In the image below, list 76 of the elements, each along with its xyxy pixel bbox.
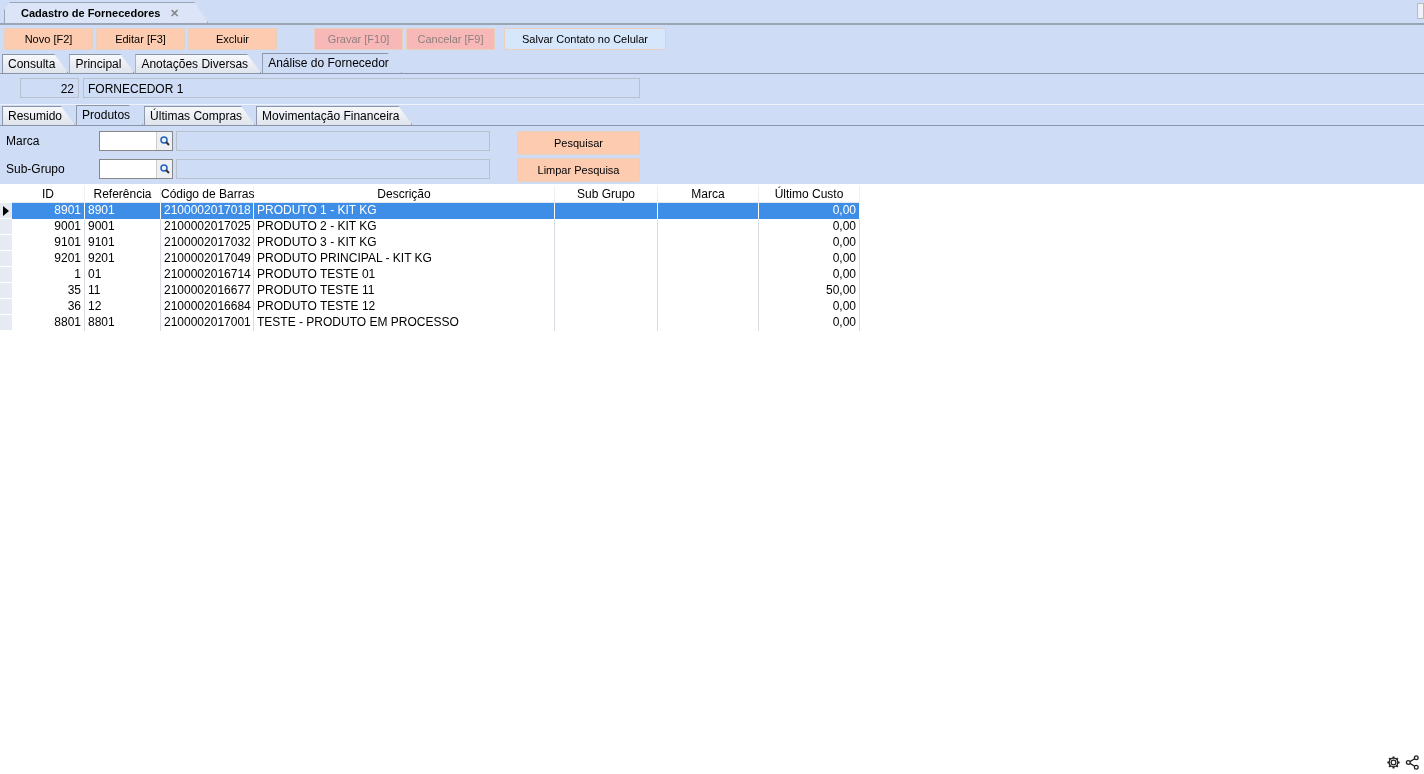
column-header[interactable]: Sub Grupo [555,186,658,203]
table-cell: PRODUTO 2 - KIT KG [254,219,555,235]
toolbar-button[interactable]: Excluir [188,28,277,50]
tab[interactable]: Análise do Fornecedor [262,53,402,73]
table-cell: 12 [85,299,161,315]
table-cell: 0,00 [759,299,860,315]
table-cell: 9201 [12,251,85,267]
document-tab[interactable]: Cadastro de Fornecedores ✕ [4,2,209,23]
supplier-code-field: 22 [20,78,79,98]
table-cell: 2100002017032 [161,235,254,251]
table-cell: PRODUTO TESTE 01 [254,267,555,283]
table-cell: 9001 [85,219,161,235]
settings-icon[interactable] [1386,755,1401,770]
table-cell: 2100002017025 [161,219,254,235]
search-button[interactable]: Pesquisar [517,131,640,155]
table-cell: PRODUTO TESTE 12 [254,299,555,315]
table-cell: 1 [12,267,85,283]
tab[interactable]: Últimas Compras [144,106,256,125]
column-header[interactable]: Descrição [254,186,555,203]
table-cell: 0,00 [759,267,860,283]
table-cell: 01 [85,267,161,283]
table-cell: 8901 [12,203,85,219]
table-cell: 0,00 [759,251,860,267]
table-cell: 0,00 [759,235,860,251]
column-header[interactable]: Referência [85,186,161,203]
column-header[interactable]: Marca [658,186,759,203]
field-label: Marca [5,134,41,148]
table-cell: 2100002016714 [161,267,254,283]
table-cell: PRODUTO PRINCIPAL - KIT KG [254,251,555,267]
table-cell: 2100002017001 [161,315,254,331]
table-cell: 50,00 [759,283,860,299]
table-cell: PRODUTO 3 - KIT KG [254,235,555,251]
search-icon[interactable] [156,160,172,178]
table-cell: 0,00 [759,219,860,235]
table-cell: 8801 [85,315,161,331]
search-button[interactable]: Limpar Pesquisa [517,158,640,182]
table-cell: 0,00 [759,315,860,331]
tab[interactable]: Produtos [76,105,144,125]
table-cell: 8901 [85,203,161,219]
window-corner-button[interactable] [1417,3,1424,19]
table-cell: 36 [12,299,85,315]
toolbar-button[interactable]: Editar [F3] [96,28,185,50]
table-cell: 2100002017018 [161,203,254,219]
column-header[interactable]: Código de Barras [161,186,254,203]
column-header[interactable]: ID [12,186,85,203]
document-tab-title: Cadastro de Fornecedores [21,7,161,19]
table-cell: PRODUTO 1 - KIT KG [254,203,555,219]
lookup-field[interactable] [99,131,173,151]
table-cell: 9001 [12,219,85,235]
table-cell: 8801 [12,315,85,331]
row-pointer-icon [3,206,9,216]
field-label: Sub-Grupo [5,162,66,176]
tab[interactable]: Principal [69,54,135,73]
table-cell: 9101 [85,235,161,251]
toolbar-button[interactable]: Salvar Contato no Celular [504,28,666,50]
tab[interactable]: Movimentação Financeira [256,106,413,125]
row-header[interactable] [0,203,12,219]
table-cell: TESTE - PRODUTO EM PROCESSO [254,315,555,331]
tab[interactable]: Anotações Diversas [135,54,262,73]
table-cell: 9101 [12,235,85,251]
toolbar-button[interactable]: Novo [F2] [4,28,93,50]
table-cell: 9201 [85,251,161,267]
tab[interactable]: Consulta [2,54,69,73]
share-icon[interactable] [1405,755,1420,770]
table-cell: 35 [12,283,85,299]
lookup-field[interactable] [99,159,173,179]
table-cell: 11 [85,283,161,299]
table-cell: 0,00 [759,203,860,219]
tab[interactable]: Resumido [2,106,76,125]
column-header[interactable]: Último Custo [759,186,860,203]
table-cell: PRODUTO TESTE 11 [254,283,555,299]
table-cell: 2100002016684 [161,299,254,315]
table-cell: 2100002017049 [161,251,254,267]
search-icon[interactable] [156,132,172,150]
supplier-name-field: FORNECEDOR 1 [83,78,640,98]
table-cell: 2100002016677 [161,283,254,299]
